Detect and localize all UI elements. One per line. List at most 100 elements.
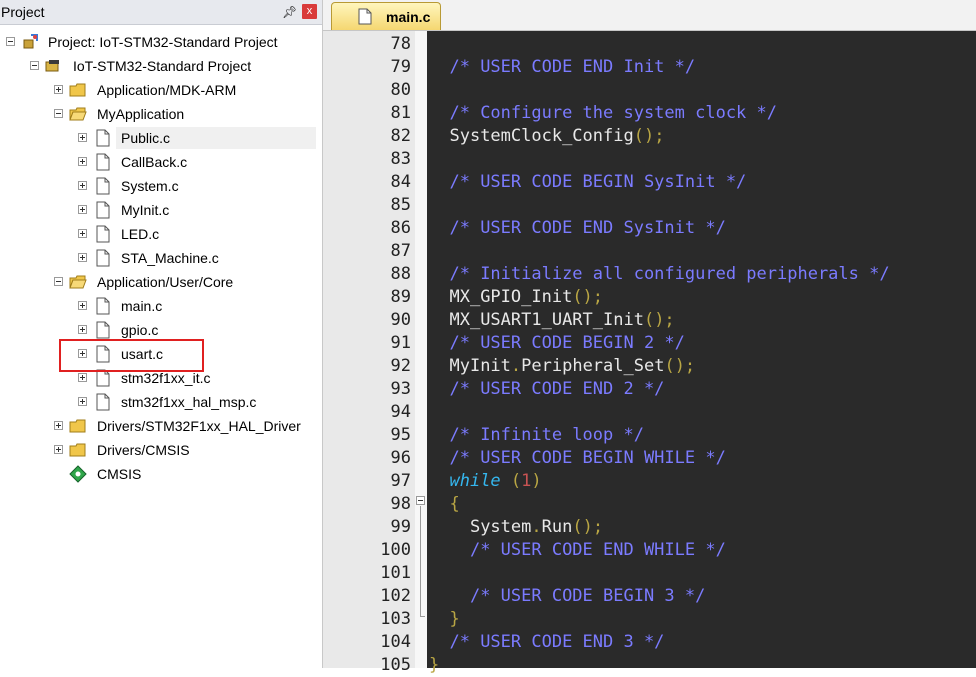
code-line: } xyxy=(429,654,439,677)
group-label: Drivers/CMSIS xyxy=(97,442,190,458)
code-line: /* USER CODE END WHILE */ xyxy=(429,539,726,562)
collapse-icon[interactable] xyxy=(6,37,15,46)
code-line: /* USER CODE END SysInit */ xyxy=(429,217,726,240)
collapse-icon[interactable] xyxy=(54,277,63,286)
line-number: 102 xyxy=(380,586,411,606)
project-panel: Project 📌︎ x Project: IoT-STM32-Standard… xyxy=(0,0,323,668)
file-label: gpio.c xyxy=(121,322,159,338)
file-label: LED.c xyxy=(121,226,160,242)
expand-icon[interactable] xyxy=(78,325,87,334)
line-number: 87 xyxy=(390,241,411,261)
folder-icon xyxy=(69,83,86,97)
code-comment: /* USER CODE BEGIN 2 */ xyxy=(449,333,685,353)
file-row[interactable]: Public.c xyxy=(0,127,322,149)
tree-group-row[interactable]: MyApplication xyxy=(0,103,322,125)
line-number: 79 xyxy=(390,57,411,77)
line-number: 89 xyxy=(390,287,411,307)
line-number: 104 xyxy=(380,632,411,652)
group-label: MyApplication xyxy=(97,106,185,122)
expand-icon[interactable] xyxy=(78,133,87,142)
file-row[interactable]: main.c xyxy=(0,295,322,317)
tab-main-c[interactable]: main.c xyxy=(331,2,441,30)
expand-icon[interactable] xyxy=(78,253,87,262)
expand-icon[interactable] xyxy=(78,397,87,406)
tree-group-row[interactable]: Drivers/STM32F1xx_HAL_Driver xyxy=(0,415,322,437)
tree-group-row[interactable]: Application/MDK-ARM xyxy=(0,79,322,101)
collapse-icon[interactable] xyxy=(30,61,39,70)
folder-icon xyxy=(69,443,86,457)
open-folder-icon xyxy=(69,275,87,289)
code-comment: /* Configure the system clock */ xyxy=(449,103,777,123)
file-row[interactable]: System.c xyxy=(0,175,322,197)
group-label: Drivers/STM32F1xx_HAL_Driver xyxy=(97,418,301,434)
code-line: { xyxy=(429,493,460,516)
code-comment: /* USER CODE BEGIN 3 */ xyxy=(469,586,706,606)
code-line: System.Run(); xyxy=(429,516,603,539)
line-number: 88 xyxy=(390,264,411,284)
line-number: 96 xyxy=(390,448,411,468)
file-label: STA_Machine.c xyxy=(121,250,219,266)
expand-icon[interactable] xyxy=(54,85,63,94)
code-comment: /* USER CODE BEGIN SysInit */ xyxy=(449,172,747,192)
line-number: 90 xyxy=(390,310,411,330)
expand-icon[interactable] xyxy=(78,301,87,310)
code-line: /* USER CODE END 3 */ xyxy=(429,631,664,654)
file-icon xyxy=(96,129,110,147)
code-punctuation: (); xyxy=(633,126,665,146)
file-row[interactable]: CallBack.c xyxy=(0,151,322,173)
fold-line xyxy=(420,506,421,616)
tree-group-row[interactable]: Application/User/Core xyxy=(0,271,322,293)
code-line: /* Infinite loop */ xyxy=(429,424,643,447)
line-number: 78 xyxy=(390,34,411,54)
pin-icon[interactable]: 📌︎ xyxy=(282,5,297,19)
expand-icon[interactable] xyxy=(78,229,87,238)
line-number: 105 xyxy=(380,655,411,675)
file-row[interactable]: LED.c xyxy=(0,223,322,245)
line-number: 84 xyxy=(390,172,411,192)
code-function: Peripheral_Set xyxy=(521,356,665,376)
line-number: 82 xyxy=(390,126,411,146)
tree-component-row[interactable]: CMSIS xyxy=(0,463,322,485)
code-line: /* USER CODE BEGIN 2 */ xyxy=(429,332,685,355)
file-row[interactable]: stm32f1xx_hal_msp.c xyxy=(0,391,322,413)
line-number: 92 xyxy=(390,356,411,376)
line-number: 103 xyxy=(380,609,411,629)
tree-root-row[interactable]: Project: IoT-STM32-Standard Project xyxy=(0,31,322,53)
line-number: 80 xyxy=(390,80,411,100)
target-icon xyxy=(45,60,59,72)
code-keyword: while xyxy=(449,471,501,491)
file-icon xyxy=(96,177,110,195)
code-function: SystemClock_Config xyxy=(449,126,634,146)
code-number: 1 xyxy=(521,471,532,491)
expand-icon[interactable] xyxy=(78,373,87,382)
code-function: Run xyxy=(541,517,573,537)
fold-collapse-icon[interactable] xyxy=(416,496,425,505)
expand-icon[interactable] xyxy=(54,421,63,430)
expand-icon[interactable] xyxy=(54,445,63,454)
tree-group-row[interactable]: Drivers/CMSIS xyxy=(0,439,322,461)
code-punctuation: . xyxy=(510,356,522,376)
file-row[interactable]: gpio.c xyxy=(0,319,322,341)
file-row[interactable]: MyInit.c xyxy=(0,199,322,221)
tree-target-row[interactable]: IoT-STM32-Standard Project xyxy=(0,55,322,77)
fold-end xyxy=(420,616,425,617)
file-label: Public.c xyxy=(121,130,171,146)
code-brace: } xyxy=(449,609,460,629)
component-diamond-icon xyxy=(69,465,87,483)
expand-icon[interactable] xyxy=(78,181,87,190)
collapse-icon[interactable] xyxy=(54,109,63,118)
code-line: SystemClock_Config(); xyxy=(429,125,664,148)
code-object: MyInit xyxy=(449,356,511,376)
expand-icon[interactable] xyxy=(78,205,87,214)
expand-icon[interactable] xyxy=(78,157,87,166)
close-icon[interactable]: x xyxy=(302,4,317,19)
code-brace: { xyxy=(449,494,460,514)
code-line: /* USER CODE END 2 */ xyxy=(429,378,664,401)
file-icon xyxy=(96,225,110,243)
file-row[interactable]: STA_Machine.c xyxy=(0,247,322,269)
line-number: 99 xyxy=(390,517,411,537)
line-number: 85 xyxy=(390,195,411,215)
panel-header: Project 📌︎ x xyxy=(0,0,322,25)
code-line: /* USER CODE BEGIN WHILE */ xyxy=(429,447,725,470)
code-comment: /* USER CODE END SysInit */ xyxy=(449,218,726,238)
